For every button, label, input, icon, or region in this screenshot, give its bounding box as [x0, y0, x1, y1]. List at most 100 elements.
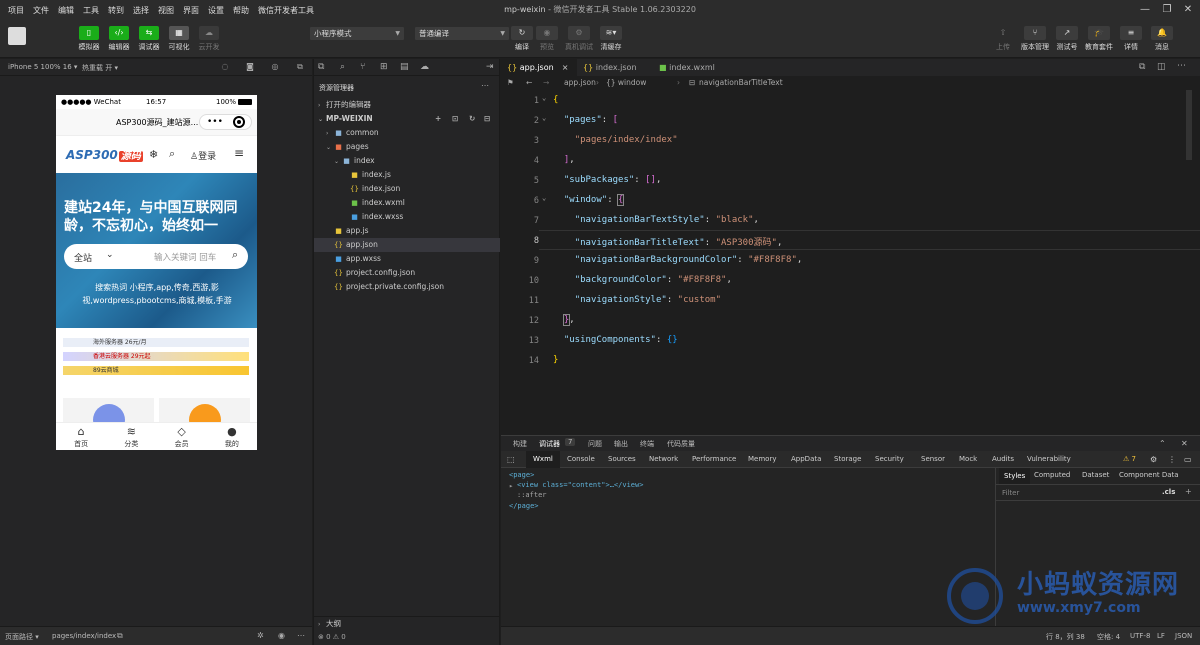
tab-category[interactable]: ≋ 分类 [106, 423, 156, 450]
fold-icon[interactable]: ⌄ [542, 94, 546, 102]
filter-input[interactable]: Filter [1002, 489, 1019, 497]
device-select[interactable]: iPhone 5 100% 16 ▾ [8, 63, 77, 71]
close-icon[interactable]: ✕ [1181, 439, 1188, 448]
page-path-label[interactable]: 页面路径 ▾ [5, 632, 39, 642]
maximize-icon[interactable]: ❐ [1160, 3, 1174, 17]
tree-item-index-json[interactable]: {} index.json [314, 182, 500, 196]
refresh-icon[interactable]: ↻ [469, 112, 475, 126]
close-icon[interactable]: × [562, 63, 569, 72]
tab-memory[interactable]: Memory [748, 455, 776, 463]
breadcrumb-property[interactable]: navigationBarTitleText [699, 76, 783, 90]
dom-node[interactable]: <view class="content">…</view> [517, 481, 643, 489]
tab-storage[interactable]: Storage [834, 455, 861, 463]
layout-icon[interactable]: ⧉ [1139, 62, 1145, 72]
code-editor[interactable]: 1 2 3 4 5 6 7 8 9 10 11 12 13 14 ⌄ ⌄ ⌄ {… [501, 90, 1200, 435]
dom-node[interactable]: </page> [509, 502, 539, 510]
tab-terminal[interactable]: 终端 [640, 439, 654, 449]
tree-item-project-config[interactable]: {} project.config.json [314, 266, 500, 280]
hotreload-select[interactable]: 热重载 开 ▾ [82, 63, 118, 73]
project-section[interactable]: ⌄ MP-WEIXIN + ⊡ ↻ ⊟ [314, 112, 500, 126]
feature-card[interactable] [63, 398, 154, 436]
ad-banner-2[interactable]: 香港云服务器 29元起 [63, 352, 249, 361]
breadcrumb-window[interactable]: {} window [606, 76, 646, 90]
collapse-icon[interactable]: ⊟ [484, 112, 490, 126]
forward-icon[interactable]: → [543, 76, 549, 90]
warning-count[interactable]: ⚠ 7 [1123, 455, 1136, 463]
tab-home[interactable]: ⌂ 首页 [56, 423, 106, 450]
more-icon[interactable]: ⋯ [481, 81, 489, 90]
search-icon[interactable]: ⌕ [340, 62, 345, 72]
add-icon[interactable]: + [1185, 487, 1192, 496]
dom-node[interactable]: <page> [509, 471, 534, 479]
tree-item-index-js[interactable]: ■ index.js [314, 168, 500, 182]
tab-security[interactable]: Security [875, 455, 904, 463]
tree-item-app-js[interactable]: ■ app.js [314, 224, 500, 238]
gear-icon[interactable]: ⚙ [1150, 455, 1157, 464]
tab-index-json[interactable]: {} index.json [577, 59, 653, 76]
close-capsule-icon[interactable] [233, 116, 245, 128]
dom-pseudo[interactable]: ::after [517, 491, 547, 499]
compile-select[interactable]: 普通编译 ▼ [415, 27, 509, 40]
tab-audits[interactable]: Audits [992, 455, 1014, 463]
line-ending[interactable]: LF [1157, 632, 1165, 640]
tab-vulnerability[interactable]: Vulnerability [1027, 455, 1071, 463]
site-logo[interactable]: ASP300 源码 [66, 147, 143, 162]
more-icon[interactable]: ⋯ [297, 631, 305, 640]
tab-computed[interactable]: Computed [1034, 471, 1070, 479]
hot-keywords[interactable]: 搜索热词 小程序,app,传奇,西游,影视,wordpress,pbootcms… [62, 281, 252, 307]
bookmark-icon[interactable]: ⚑ [507, 76, 514, 90]
extensions-icon[interactable]: ⊞ [380, 62, 388, 72]
minimize-icon[interactable]: — [1138, 3, 1152, 17]
source-control-icon[interactable]: ⑂ [360, 62, 365, 72]
record-icon[interactable]: ◎ [270, 62, 280, 72]
site-search-box[interactable]: 全站 ⌄ 输入关键词 回车 ⌕ [64, 244, 248, 269]
tree-item-pages[interactable]: ⌄ ■ pages [314, 140, 500, 154]
details-button[interactable]: ≡ 详情 [1116, 26, 1146, 52]
feature-card[interactable] [159, 398, 250, 436]
hamburger-icon[interactable]: ≡ [234, 146, 244, 160]
test-account-button[interactable]: ↗ 测试号 [1052, 26, 1082, 52]
remote-debug-button[interactable]: ⚙ 真机调试 [564, 26, 594, 52]
tree-item-index-folder[interactable]: ⌄ ■ index [314, 154, 500, 168]
new-folder-icon[interactable]: ⊡ [452, 112, 458, 126]
simulator-button[interactable]: ▯ 模拟器 [77, 26, 101, 52]
tab-network[interactable]: Network [649, 455, 678, 463]
tree-item-index-wxss[interactable]: ■ index.wxss [314, 210, 500, 224]
split-icon[interactable]: ⇥ [486, 62, 494, 72]
bug-icon[interactable]: ✲ [257, 631, 264, 640]
cloud-icon[interactable]: ☁ [420, 62, 429, 72]
language-mode[interactable]: JSON [1175, 632, 1192, 640]
clear-cache-button[interactable]: ≋▾ 清缓存 [596, 26, 626, 52]
version-button[interactable]: ⑂ 版本管理 [1020, 26, 1050, 52]
files-icon[interactable]: ⧉ [318, 62, 324, 72]
dock-icon[interactable]: ▭ [1184, 455, 1192, 464]
visual-button[interactable]: ▦ 可视化 [167, 26, 191, 52]
outline-section[interactable]: › 大纲 [314, 616, 500, 630]
cursor-position[interactable]: 行 8，列 38 [1046, 632, 1085, 642]
cloud-button[interactable]: ☁ 云开发 [197, 26, 221, 52]
eye-icon[interactable]: ◉ [278, 631, 285, 640]
collapse-panel-icon[interactable]: ⌃ [1159, 439, 1166, 448]
edu-button[interactable]: 🎓 教育套件 [1084, 26, 1114, 52]
mode-select[interactable]: 小程序模式 ▼ [310, 27, 404, 40]
debug-icon[interactable]: ▤ [400, 62, 409, 72]
back-icon[interactable]: ← [526, 76, 532, 90]
tab-app-json[interactable]: {} app.json × [501, 59, 577, 76]
fold-icon[interactable]: ⌄ [542, 194, 546, 202]
tab-sensor[interactable]: Sensor [921, 455, 945, 463]
upload-button[interactable]: ⇧ 上传 [988, 26, 1018, 52]
tab-output[interactable]: 输出 [614, 439, 628, 449]
tab-sources[interactable]: Sources [608, 455, 636, 463]
tab-styles[interactable]: Styles [999, 468, 1031, 484]
tab-component-data[interactable]: Component Data [1119, 471, 1179, 479]
inspect-icon[interactable]: ⬚ [507, 455, 515, 464]
problems-count[interactable]: ⊗ 0 ⚠ 0 [314, 630, 500, 644]
popout-icon[interactable]: ⧉ [295, 62, 305, 72]
capsule-menu[interactable]: ••• [199, 114, 252, 130]
ad-banner-3[interactable]: 89云商城 [63, 366, 249, 375]
more-icon[interactable]: ⋯ [1177, 61, 1186, 71]
tab-debugger[interactable]: 调试器 [539, 439, 560, 449]
tree-item-app-json[interactable]: {} app.json [314, 238, 500, 252]
messages-button[interactable]: 🔔 消息 [1147, 26, 1177, 52]
preview-button[interactable]: ◉ 预览 [532, 26, 562, 52]
